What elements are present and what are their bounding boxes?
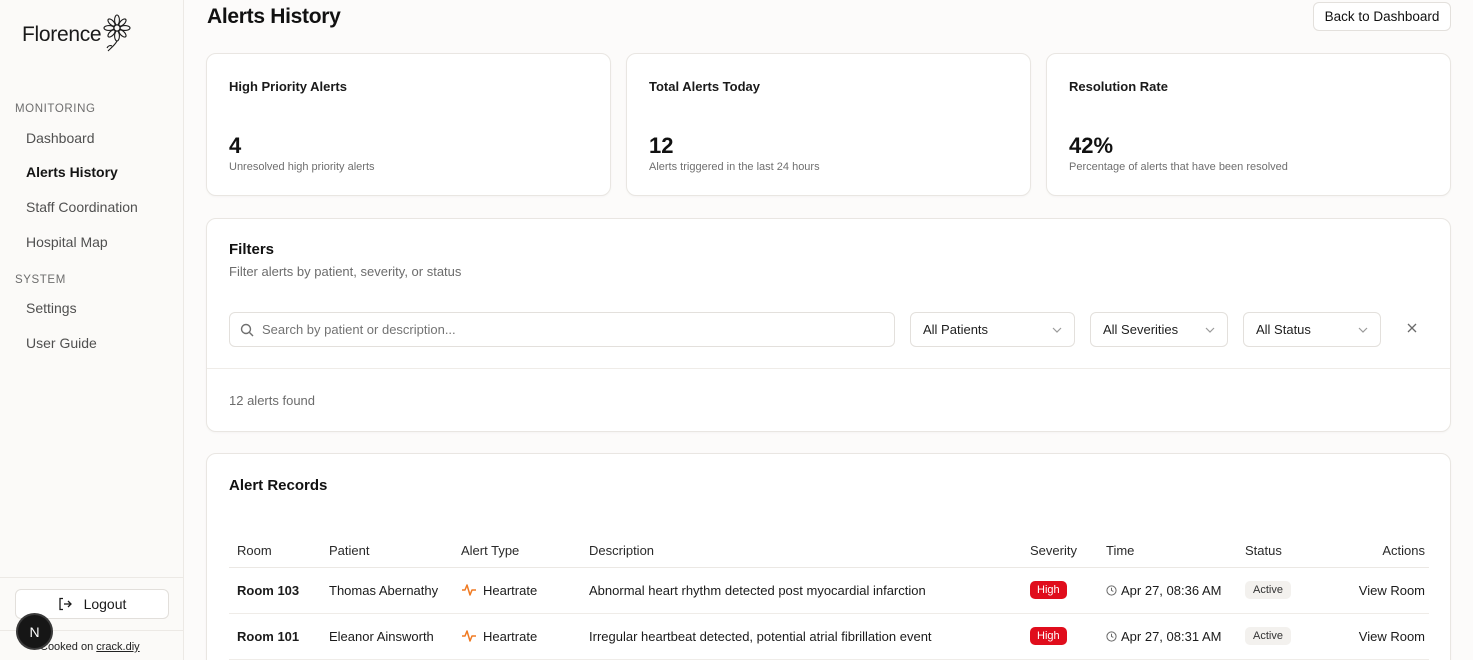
time-cell: Apr 27, 08:31 AM bbox=[1098, 613, 1237, 660]
avatar[interactable]: N bbox=[18, 615, 51, 648]
clock-icon bbox=[1106, 584, 1117, 596]
filters-description: Filter alerts by patient, severity, or s… bbox=[229, 264, 462, 279]
sidebar-item-user-guide[interactable]: User Guide bbox=[26, 335, 97, 351]
crack-diy-link[interactable]: crack.diy bbox=[96, 641, 139, 653]
logout-label: Logout bbox=[83, 596, 127, 612]
table-row: Room 101 Eleanor Ainsworth Heartrate Irr… bbox=[229, 613, 1429, 660]
sidebar-item-settings[interactable]: Settings bbox=[26, 300, 77, 316]
filters-title: Filters bbox=[229, 241, 275, 258]
clock-icon bbox=[1106, 630, 1117, 642]
column-header-alert-type: Alert Type bbox=[453, 534, 581, 568]
sidebar-item-staff-coordination[interactable]: Staff Coordination bbox=[26, 199, 138, 215]
alert-records-card: Alert Records Room Patient Alert Type De… bbox=[206, 453, 1451, 660]
stat-title: High Priority Alerts bbox=[229, 79, 347, 94]
filters-card: Filters Filter alerts by patient, severi… bbox=[206, 218, 1451, 432]
alert-records-title: Alert Records bbox=[229, 477, 328, 494]
sidebar-item-hospital-map[interactable]: Hospital Map bbox=[26, 234, 108, 250]
clear-filters-close-icon[interactable] bbox=[1405, 321, 1419, 335]
alert-records-table: Room Patient Alert Type Description Seve… bbox=[229, 534, 1429, 660]
page-title: Alerts History bbox=[207, 5, 341, 28]
severity-cell: High bbox=[1022, 613, 1098, 660]
view-room-button[interactable]: View Room bbox=[1329, 613, 1429, 660]
sidebar-item-alerts-history[interactable]: Alerts History bbox=[26, 164, 118, 180]
column-header-time: Time bbox=[1098, 534, 1237, 568]
chevron-down-icon bbox=[1052, 327, 1062, 333]
back-to-dashboard-button[interactable]: Back to Dashboard bbox=[1313, 2, 1451, 31]
severities-select[interactable]: All Severities bbox=[1090, 312, 1228, 347]
time-value: Apr 27, 08:36 AM bbox=[1121, 582, 1222, 598]
severity-badge: High bbox=[1030, 627, 1067, 645]
stat-title: Total Alerts Today bbox=[649, 79, 760, 94]
alert-type-cell: Heartrate bbox=[453, 613, 581, 660]
stat-value: 12 bbox=[649, 133, 674, 158]
status-cell: Active bbox=[1237, 613, 1329, 660]
description-cell: Abnormal heart rhythm detected post myoc… bbox=[581, 567, 1022, 614]
column-header-severity: Severity bbox=[1022, 534, 1098, 568]
stat-card-resolution-rate: Resolution Rate 42% Percentage of alerts… bbox=[1046, 53, 1451, 196]
column-header-description: Description bbox=[581, 534, 1022, 568]
patient-cell: Eleanor Ainsworth bbox=[321, 613, 453, 660]
patients-select[interactable]: All Patients bbox=[910, 312, 1075, 347]
status-badge: Active bbox=[1245, 581, 1291, 599]
heartrate-icon bbox=[462, 584, 476, 596]
patient-cell: Thomas Abernathy bbox=[321, 567, 453, 614]
severity-badge: High bbox=[1030, 581, 1067, 599]
alert-type-label: Heartrate bbox=[483, 582, 538, 598]
room-cell: Room 101 bbox=[229, 613, 321, 660]
stat-value: 4 bbox=[229, 133, 242, 158]
stat-subtitle: Unresolved high priority alerts bbox=[229, 161, 375, 173]
section-label-monitoring: MONITORING bbox=[15, 103, 96, 115]
chevron-down-icon bbox=[1205, 327, 1215, 333]
sidebar-divider bbox=[0, 577, 184, 578]
column-header-room: Room bbox=[229, 534, 321, 568]
description-cell: Irregular heartbeat detected, potential … bbox=[581, 613, 1022, 660]
stat-card-total-alerts: Total Alerts Today 12 Alerts triggered i… bbox=[626, 53, 1031, 196]
app-logo[interactable]: Florence bbox=[22, 14, 135, 52]
alert-type-cell: Heartrate bbox=[453, 567, 581, 614]
cooked-on-text: Cooked on crack.diy bbox=[40, 641, 140, 653]
sidebar-item-dashboard[interactable]: Dashboard bbox=[26, 130, 95, 146]
app-name: Florence bbox=[22, 23, 102, 46]
stat-title: Resolution Rate bbox=[1069, 79, 1168, 94]
alert-type-label: Heartrate bbox=[483, 628, 538, 644]
column-header-actions: Actions bbox=[1329, 534, 1429, 568]
alerts-found-count: 12 alerts found bbox=[229, 393, 316, 408]
cooked-prefix: Cooked on bbox=[40, 641, 97, 653]
search-placeholder: Search by patient or description... bbox=[262, 322, 456, 337]
time-value: Apr 27, 08:31 AM bbox=[1121, 628, 1222, 644]
section-label-system: SYSTEM bbox=[15, 274, 66, 286]
chevron-down-icon bbox=[1358, 327, 1368, 333]
severities-select-value: All Severities bbox=[1103, 322, 1179, 337]
filters-divider bbox=[207, 368, 1450, 369]
search-input[interactable]: Search by patient or description... bbox=[229, 312, 895, 347]
status-select-value: All Status bbox=[1256, 322, 1311, 337]
time-cell: Apr 27, 08:36 AM bbox=[1098, 567, 1237, 614]
table-row: Room 103 Thomas Abernathy Heartrate Abno… bbox=[229, 567, 1429, 614]
status-select[interactable]: All Status bbox=[1243, 312, 1381, 347]
column-header-patient: Patient bbox=[321, 534, 453, 568]
heartrate-icon bbox=[462, 630, 476, 642]
room-cell: Room 103 bbox=[229, 567, 321, 614]
column-header-status: Status bbox=[1237, 534, 1329, 568]
stat-value: 42% bbox=[1069, 133, 1114, 158]
status-badge: Active bbox=[1245, 627, 1291, 645]
stat-card-high-priority: High Priority Alerts 4 Unresolved high p… bbox=[206, 53, 611, 196]
stat-subtitle: Alerts triggered in the last 24 hours bbox=[649, 161, 820, 173]
search-icon bbox=[240, 323, 254, 336]
severity-cell: High bbox=[1022, 567, 1098, 614]
flower-logo-icon bbox=[103, 14, 131, 52]
status-cell: Active bbox=[1237, 567, 1329, 614]
view-room-button[interactable]: View Room bbox=[1329, 567, 1429, 614]
stat-subtitle: Percentage of alerts that have been reso… bbox=[1069, 161, 1288, 173]
table-header-row: Room Patient Alert Type Description Seve… bbox=[229, 534, 1429, 568]
logout-icon bbox=[58, 597, 72, 611]
patients-select-value: All Patients bbox=[923, 322, 989, 337]
sidebar: Florence MONITORING Dashboard Alerts His… bbox=[0, 0, 184, 660]
